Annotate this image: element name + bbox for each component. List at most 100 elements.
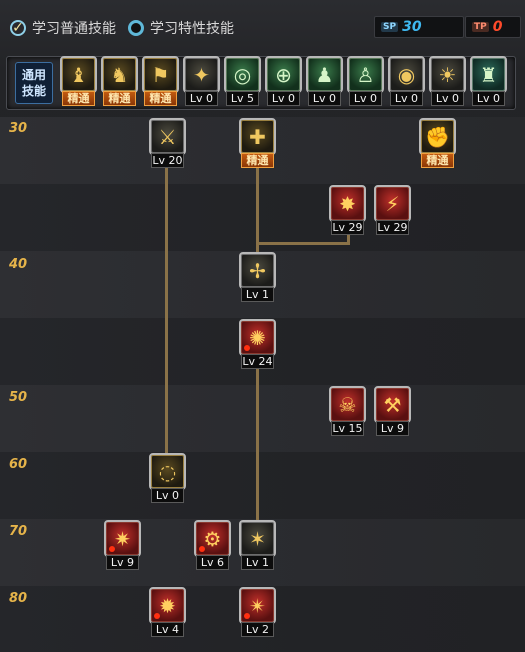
skill-level-badge: Lv 0	[472, 91, 505, 106]
upgrade-alert-icon	[244, 613, 250, 619]
skill-tile[interactable]: ⚔	[149, 118, 186, 155]
skill-tile[interactable]: ✚	[239, 118, 276, 155]
crouching-figure-icon: ♙	[356, 62, 375, 87]
skill-level-badge: Lv 0	[390, 91, 423, 106]
skill-tile[interactable]: ✴	[239, 587, 276, 624]
upgrade-alert-icon	[154, 613, 160, 619]
common-skills-label: 通用 技能	[15, 62, 53, 104]
sp-counter: SP 30	[374, 16, 464, 38]
skill-tile[interactable]: ✢	[239, 252, 276, 289]
skill-tile[interactable]: ⚒	[374, 386, 411, 423]
learn-special-skills-label: 学习特性技能	[150, 21, 234, 37]
skill-level-badge: Lv 6	[196, 555, 229, 570]
upgrade-alert-icon	[199, 546, 205, 552]
skill-tile[interactable]: ☠	[329, 386, 366, 423]
skill-level-badge: Lv 0	[185, 91, 218, 106]
rocket-volley-icon: ✹	[159, 593, 176, 618]
skill-tile[interactable]: ♝	[60, 56, 97, 93]
crosshair-icon: ◎	[233, 62, 252, 87]
skill-tile[interactable]: ✸	[329, 185, 366, 222]
wings-icon: ✦	[193, 62, 210, 87]
skill-tile[interactable]: ✊	[419, 118, 456, 155]
rising-blast-icon: ✴	[249, 593, 266, 618]
mastered-badge: 精通	[241, 153, 274, 168]
skill-tile[interactable]: ✷	[104, 520, 141, 557]
skill-level-badge: Lv 20	[151, 153, 184, 168]
skill-tile[interactable]: ♞	[101, 56, 138, 93]
radio-icon	[128, 20, 144, 36]
kick-icon: ✚	[249, 124, 266, 149]
sword-slash-icon: ⚒	[383, 392, 402, 417]
skill-tile[interactable]: ◌	[149, 453, 186, 490]
common-skills-label-line2: 技能	[21, 84, 46, 98]
leaping-figure-icon: ♞	[110, 62, 129, 87]
skill-tile[interactable]: ◎	[224, 56, 261, 93]
skill-tile[interactable]: ◉	[388, 56, 425, 93]
flame-burst-icon: ✺	[249, 325, 266, 350]
level-row-35	[0, 184, 525, 251]
gatling-icon: ⚙	[203, 526, 222, 551]
skill-level-badge: Lv 0	[431, 91, 464, 106]
skill-tile[interactable]: ☀	[429, 56, 466, 93]
skill-tile[interactable]: ✹	[149, 587, 186, 624]
common-skills-label-line1: 通用	[21, 68, 46, 82]
skill-level-badge: Lv 29	[376, 220, 409, 235]
skill-level-badge: Lv 29	[331, 220, 364, 235]
fist-icon: ✊	[425, 124, 450, 149]
skill-tile[interactable]: ♙	[347, 56, 384, 93]
skill-level-badge: Lv 1	[241, 555, 274, 570]
sitting-figure-icon: ♝	[69, 62, 88, 87]
connector-line	[256, 242, 349, 245]
level-label: 80	[9, 591, 28, 606]
top-bar: ✓ 学习普通技能 学习特性技能 SP 30 TP 0	[0, 0, 525, 52]
tp-tag: TP	[472, 22, 489, 32]
upgrade-alert-icon	[244, 345, 250, 351]
kneeling-figure-icon: ♟	[315, 62, 334, 87]
blade-icon: ⚡	[385, 191, 400, 216]
level-label: 60	[9, 457, 28, 472]
level-label: 30	[9, 121, 28, 136]
upgrade-alert-icon	[109, 546, 115, 552]
skill-level-badge: Lv 9	[106, 555, 139, 570]
level-row-50: 50	[0, 385, 525, 452]
skill-tile[interactable]: ⚑	[142, 56, 179, 93]
skill-tile[interactable]: ✺	[239, 319, 276, 356]
level-label: 70	[9, 524, 28, 539]
skill-tile[interactable]: ⚙	[194, 520, 231, 557]
mastered-badge: 精通	[103, 91, 136, 106]
skill-level-badge: Lv 5	[226, 91, 259, 106]
skill-tile[interactable]: ♟	[306, 56, 343, 93]
skill-tile[interactable]: ♜	[470, 56, 507, 93]
mastered-badge: 精通	[421, 153, 454, 168]
dash-figure-icon: ⚑	[151, 62, 170, 87]
glowing-figure-icon: ☀	[438, 62, 457, 87]
skill-level-badge: Lv 0	[308, 91, 341, 106]
explosion-icon: ✸	[339, 191, 356, 216]
learn-normal-skills-option[interactable]: ✓ 学习普通技能	[10, 17, 116, 39]
running-figure-icon: ♜	[479, 62, 498, 87]
skill-level-badge: Lv 0	[267, 91, 300, 106]
level-row-60: 60	[0, 452, 525, 519]
skill-tile[interactable]: ✦	[183, 56, 220, 93]
learn-special-skills-option[interactable]: 学习特性技能	[128, 17, 234, 39]
tp-counter: TP 0	[465, 16, 521, 38]
skill-level-badge: Lv 0	[151, 488, 184, 503]
skill-level-badge: Lv 1	[241, 287, 274, 302]
tp-value: 0	[492, 19, 503, 35]
connector-line	[165, 166, 168, 456]
mastered-badge: 精通	[144, 91, 177, 106]
claw-strike-icon: ⚔	[158, 124, 177, 149]
skill-level-badge: Lv 24	[241, 354, 274, 369]
skill-tile[interactable]: ⊕	[265, 56, 302, 93]
skill-level-badge: Lv 2	[241, 622, 274, 637]
level-label: 50	[9, 390, 28, 405]
skill-tile[interactable]: ✶	[239, 520, 276, 557]
skill-level-badge: Lv 15	[331, 421, 364, 436]
learn-normal-skills-label: 学习普通技能	[32, 21, 116, 37]
checkmark-icon: ✓	[10, 20, 26, 36]
sp-tag: SP	[381, 22, 399, 32]
connector-line	[256, 369, 259, 521]
shard-burst-icon: ✶	[249, 526, 266, 551]
skill-tile[interactable]: ⚡	[374, 185, 411, 222]
skill-level-badge: Lv 0	[349, 91, 382, 106]
